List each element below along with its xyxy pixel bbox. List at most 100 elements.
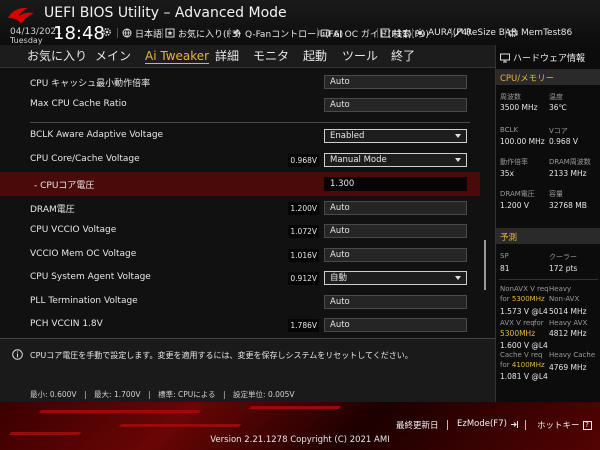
hw-key: BCLK xyxy=(500,126,519,134)
setting-label: PCH VCCIN 1.8V xyxy=(30,319,103,329)
decorative-stripe xyxy=(38,410,202,413)
setting-label: Max CPU Cache Ratio xyxy=(30,99,127,109)
tab-ai-tweaker[interactable]: Ai Tweaker xyxy=(145,49,210,64)
hw-key: Heavy xyxy=(549,285,572,293)
settings-scrollbar[interactable] xyxy=(484,240,486,290)
hw-section-label: CPU/メモリー xyxy=(500,74,555,84)
memtest-button[interactable]: MemTest86 xyxy=(508,27,572,39)
hotkey-button[interactable]: ホットキー ? xyxy=(537,419,592,431)
chevron-down-icon xyxy=(455,158,461,162)
setting-label: CPU キャッシュ最小動作倍率 xyxy=(30,79,151,89)
hw-value: 32768 MB xyxy=(549,201,587,210)
hw-key: AVX V req xyxy=(500,319,535,327)
hw-for-label: for xyxy=(500,295,510,303)
clock-display: 18:48 xyxy=(53,23,105,44)
svg-text:?: ? xyxy=(383,30,387,38)
hw-for-label: for xyxy=(534,319,544,327)
dropdown-value: 自動 xyxy=(330,273,348,283)
setting-row-cpu-system-agent-voltage[interactable]: CPU System Agent Voltage 0.912V 自動 xyxy=(0,266,480,290)
setting-label: CPU VCCIO Voltage xyxy=(30,225,117,235)
tab-favorites[interactable]: お気に入り xyxy=(27,49,87,63)
hw-section-label: 予測 xyxy=(500,233,518,243)
hw-key: DRAM周波数 xyxy=(549,158,591,166)
setting-row-cpu-core-voltage-selected[interactable]: - CPUコア電圧 1.300 xyxy=(0,172,480,196)
ezmode-button[interactable]: EzMode(F7) xyxy=(457,419,519,429)
setting-row-cpu-vccio-voltage[interactable]: CPU VCCIO Voltage 1.072V Auto xyxy=(0,219,480,243)
toolbar-separator xyxy=(229,28,230,38)
gear-icon[interactable] xyxy=(102,27,112,37)
hw-value: 81 xyxy=(500,264,510,273)
globe-icon xyxy=(122,28,132,38)
hardware-monitor-label: ハードウェア情報 xyxy=(513,54,586,64)
setting-row-vccio-mem-oc-voltage[interactable]: VCCIO Mem OC Voltage 1.016V Auto xyxy=(0,243,480,267)
app-title: UEFI BIOS Utility – Advanced Mode xyxy=(44,5,287,21)
memtest-label: MemTest86 xyxy=(521,28,573,38)
footer-separator xyxy=(447,420,448,430)
setting-value-field[interactable]: Auto xyxy=(324,248,467,262)
language-label: 日本語 xyxy=(135,29,163,40)
setting-dropdown[interactable]: Manual Mode xyxy=(324,153,467,167)
voltage-input-field[interactable]: 1.300 xyxy=(324,177,467,191)
hw-key: for 5300MHz xyxy=(500,295,545,303)
hw-key: 周波数 xyxy=(500,93,521,101)
setting-row-pch-vccin-1-8v[interactable]: PCH VCCIN 1.8V 1.786V Auto xyxy=(0,313,480,337)
setting-dropdown[interactable]: Enabled xyxy=(324,129,467,143)
setting-dropdown[interactable]: 自動 xyxy=(324,271,467,285)
current-voltage-readout: 1.016V xyxy=(288,249,319,262)
tab-boot[interactable]: 起動 xyxy=(303,49,327,63)
setting-label: DRAM電圧 xyxy=(30,205,75,215)
tab-advanced[interactable]: 詳細 xyxy=(215,49,239,63)
footer-bar: 最終更新日 EzMode(F7) ホットキー ? Version 2.21.12… xyxy=(0,402,600,450)
tab-monitor[interactable]: モニタ xyxy=(253,49,289,63)
setting-row-max-cpu-cache-ratio[interactable]: Max CPU Cache Ratio Auto xyxy=(0,93,480,117)
hw-key: Heavy AVX xyxy=(549,319,588,327)
hw-value: 1.600 V @L4 xyxy=(500,341,548,350)
hw-value: 2133 MHz xyxy=(549,169,587,178)
setting-value-field[interactable]: Auto xyxy=(324,295,467,309)
question-icon: ? xyxy=(380,28,390,38)
hw-key: Cache V req xyxy=(500,351,543,359)
tab-exit[interactable]: 終了 xyxy=(391,49,415,63)
hw-value: 4812 MHz xyxy=(549,329,587,338)
dropdown-value: Enabled xyxy=(330,131,365,141)
toolbar-separator xyxy=(162,28,163,38)
exit-arrow-icon xyxy=(510,420,518,428)
hw-key: NonAVX V req xyxy=(500,285,549,293)
decorative-stripe xyxy=(118,424,242,427)
toolbar-separator xyxy=(412,28,413,38)
chevron-down-icon xyxy=(455,276,461,280)
hw-value: 4769 MHz xyxy=(549,363,587,372)
ai-oc-icon xyxy=(320,29,330,37)
current-voltage-readout: 1.200V xyxy=(288,202,319,215)
hw-value: 100.00 MHz xyxy=(500,137,545,146)
setting-value-field[interactable]: Auto xyxy=(324,201,467,215)
setting-row-dram-voltage[interactable]: DRAM電圧 1.200V Auto xyxy=(0,196,480,220)
setting-label: VCCIO Mem OC Voltage xyxy=(30,249,137,259)
hw-for-label: for xyxy=(500,361,510,369)
setting-row-cpu-core-cache-voltage[interactable]: CPU Core/Cache Voltage 0.968V Manual Mod… xyxy=(0,148,480,172)
setting-value-field[interactable]: Auto xyxy=(324,98,467,112)
last-modified-button[interactable]: 最終更新日 xyxy=(396,419,439,431)
hw-key: 温度 xyxy=(549,93,563,101)
hw-section-prediction: 予測 xyxy=(496,228,600,244)
hw-value: 1.200 V xyxy=(500,201,529,210)
setting-row-cpu-cache-min-ratio[interactable]: CPU キャッシュ最小動作倍率 Auto xyxy=(0,70,480,94)
hw-value: 1.081 V @L4 xyxy=(500,372,548,381)
rog-logo-icon xyxy=(8,7,34,24)
header-bar: UEFI BIOS Utility – Advanced Mode 04/13/… xyxy=(0,0,600,45)
hw-value: 35x xyxy=(500,169,514,178)
hw-value: 3500 MHz xyxy=(500,103,538,112)
setting-label: PLL Termination Voltage xyxy=(30,296,138,306)
setting-value-field[interactable]: Auto xyxy=(324,224,467,238)
setting-value-field[interactable]: Auto xyxy=(324,75,467,89)
setting-value-field[interactable]: Auto xyxy=(324,318,467,332)
tab-tool[interactable]: ツール xyxy=(342,49,378,63)
language-button[interactable]: 日本語 xyxy=(122,27,163,40)
setting-row-pll-termination-voltage[interactable]: PLL Termination Voltage Auto xyxy=(0,290,480,314)
decorative-stripe xyxy=(248,406,342,409)
hardware-monitor-title: ハードウェア情報 xyxy=(500,51,585,64)
setting-row-bclk-aware-adaptive-voltage[interactable]: BCLK Aware Adaptive Voltage Enabled xyxy=(0,124,480,148)
hw-value: 0.968 V xyxy=(549,137,578,146)
setting-label: CPU Core/Cache Voltage xyxy=(30,154,140,164)
tab-main[interactable]: メイン xyxy=(95,49,131,63)
